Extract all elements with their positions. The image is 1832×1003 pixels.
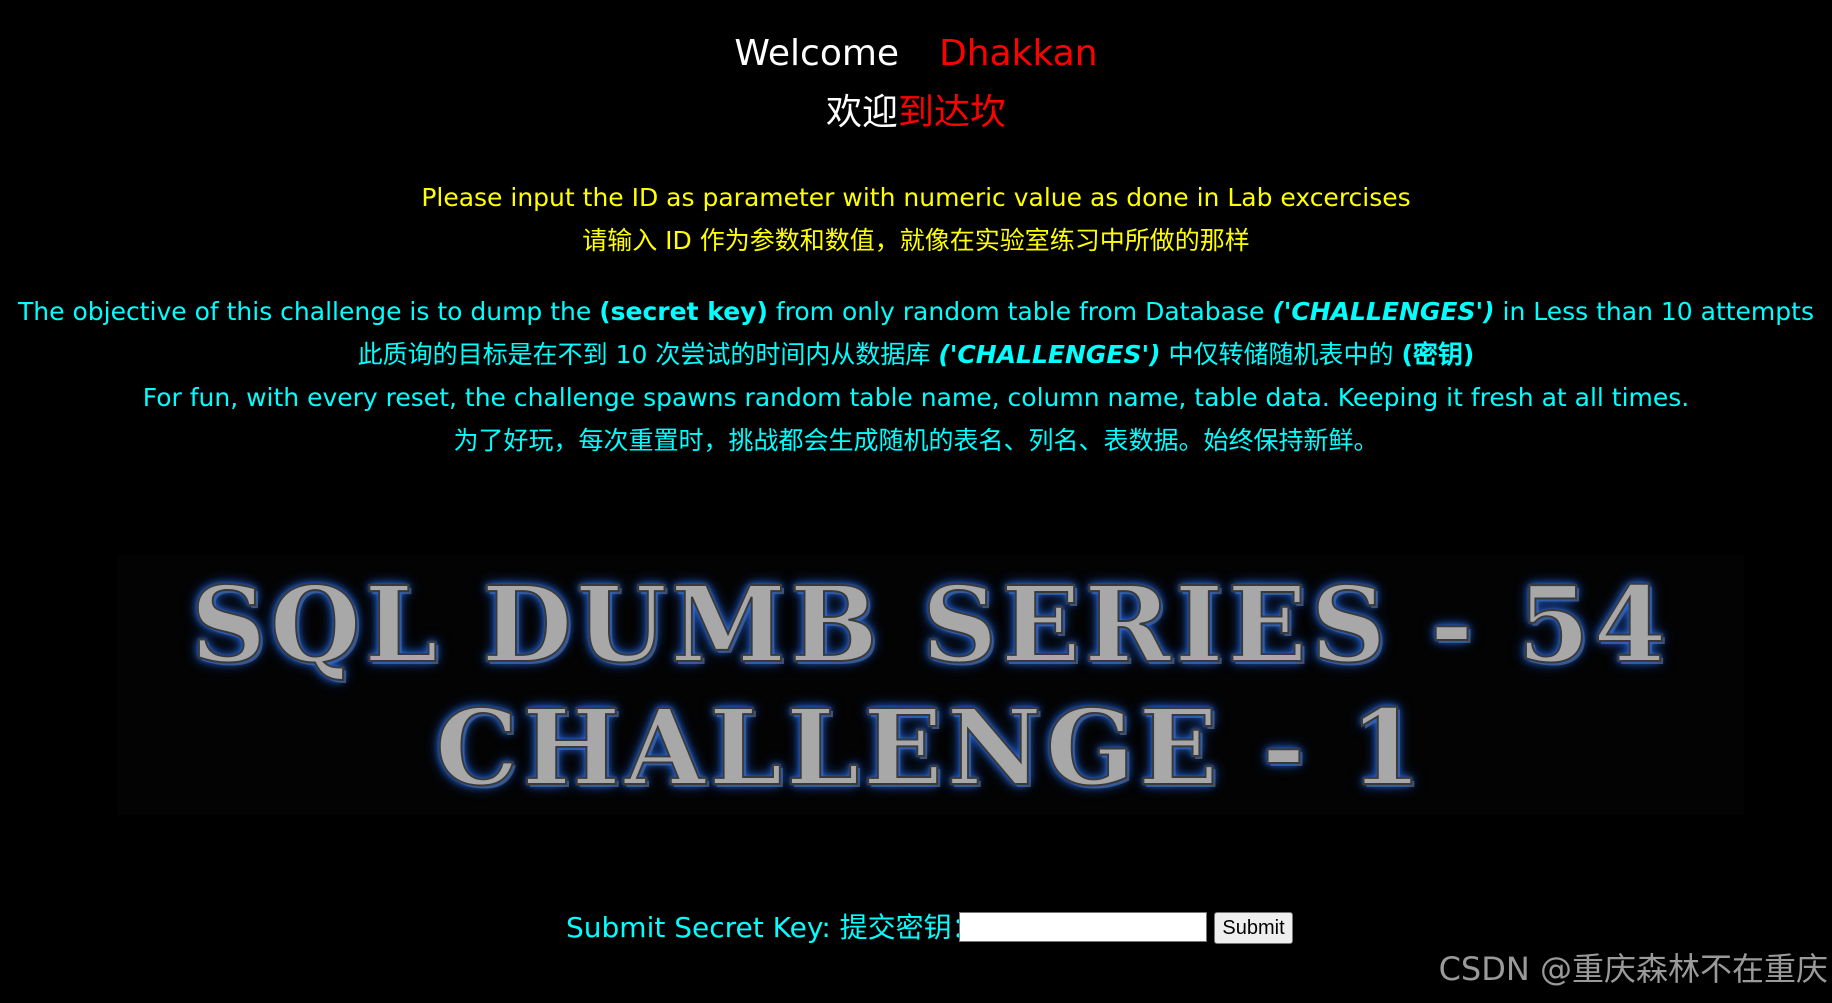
objective: The objective of this challenge is to du…: [0, 290, 1832, 462]
welcome-heading: Welcome Dhakkan: [0, 30, 1832, 78]
objective-cn-part1: 此质询的目标是在不到 10 次尝试的时间内从数据库: [357, 340, 939, 369]
csdn-watermark: CSDN @重庆森林不在重庆: [1438, 950, 1828, 988]
instruction-en: Please input the ID as parameter with nu…: [421, 183, 1411, 212]
objective-en: The objective of this challenge is to du…: [0, 290, 1832, 333]
instruction-cn: 请输入 ID 作为参数和数值，就像在实验室练习中所做的那样: [582, 226, 1250, 255]
objective-en-part2: from only random table from Database: [767, 297, 1273, 326]
fun-en: For fun, with every reset, the challenge…: [142, 383, 1690, 412]
objective-cn-database: ('CHALLENGES'): [938, 340, 1161, 369]
secret-key-form: Submit Secret Key: 提交密钥： Submit: [0, 908, 1832, 948]
objective-cn-secret-key: (密钥): [1401, 340, 1475, 369]
secret-key-label: Submit Secret Key: 提交密钥：: [566, 911, 980, 944]
secret-key-input[interactable]: [959, 912, 1207, 942]
objective-en-part1: The objective of this challenge is to du…: [18, 297, 600, 326]
objective-en-database: ('CHALLENGES'): [1272, 297, 1495, 326]
welcome-cn-white: 欢迎: [825, 92, 898, 133]
fun-cn: 为了好玩，每次重置时，挑战都会生成随机的表名、列名、表数据。始终保持新鲜。: [453, 426, 1379, 455]
challenge-banner-image: SQL DUMB SERIES - 54 CHALLENGE - 1: [117, 555, 1744, 815]
instructions: Please input the ID as parameter with nu…: [0, 176, 1832, 262]
welcome-cn-red: 到达坎: [898, 92, 1007, 133]
welcome-name: Dhakkan: [939, 33, 1098, 74]
objective-cn-part2: 中仅转储随机表中的: [1160, 340, 1402, 369]
welcome-heading-cn: 欢迎到达坎: [0, 90, 1832, 136]
objective-en-secret-key: (secret key): [599, 297, 768, 326]
banner-subtitle: CHALLENGE - 1: [434, 686, 1426, 809]
submit-button[interactable]: Submit: [1214, 912, 1293, 944]
objective-cn: 此质询的目标是在不到 10 次尝试的时间内从数据库 ('CHALLENGES')…: [0, 333, 1832, 376]
objective-en-part3: in Less than 10 attempts: [1494, 297, 1814, 326]
welcome-label: Welcome: [734, 33, 900, 74]
banner-title: SQL DUMB SERIES - 54: [190, 563, 1671, 686]
